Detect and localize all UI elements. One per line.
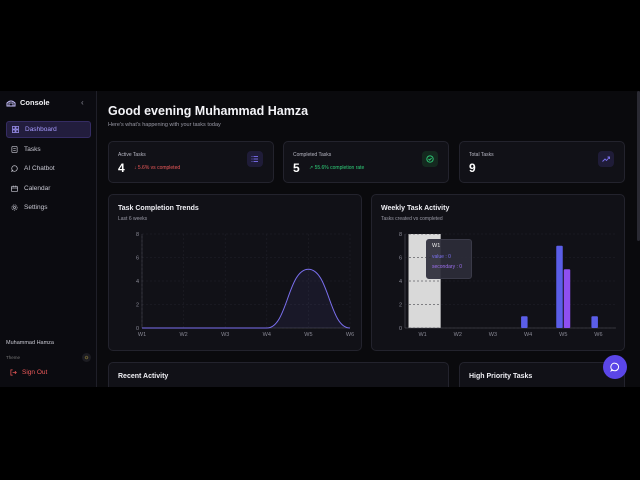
sidebar-item-label: Dashboard: [25, 126, 57, 133]
x-tick-label: W3: [489, 332, 497, 338]
tooltip-secondary: secondary : 0: [432, 264, 463, 270]
bar-value: [521, 316, 528, 328]
page-title: Good evening Muhammad Hamza: [108, 104, 309, 118]
user-name: Muhammad Hamza: [6, 340, 54, 346]
sidebar: Console ‹ Dashboard Tasks AI Chatbot Cal…: [0, 91, 97, 387]
sidebar-item-dashboard[interactable]: Dashboard: [6, 121, 91, 138]
stat-label: Completed Tasks: [293, 152, 332, 158]
stat-card-total: Total Tasks 9: [459, 141, 625, 183]
card-title: Recent Activity: [118, 373, 169, 380]
list-icon: [247, 151, 263, 167]
bar-value: [591, 316, 598, 328]
trend-area-fill: [142, 269, 350, 328]
completion-trends-card: Task Completion Trends Last 6 weeks 0246…: [108, 194, 362, 351]
collapse-sidebar-icon[interactable]: ‹: [81, 98, 84, 107]
sidebar-item-calendar[interactable]: Calendar: [6, 180, 91, 197]
recent-activity-card: Recent Activity: [108, 362, 449, 387]
bar-secondary: [563, 269, 571, 328]
brand-title: Console: [20, 98, 50, 107]
sidebar-item-tasks[interactable]: Tasks: [6, 141, 91, 158]
x-tick-label: W4: [263, 332, 271, 338]
y-tick-label: 6: [399, 256, 402, 262]
sidebar-item-label: Calendar: [24, 184, 51, 192]
chatbot-button[interactable]: [603, 355, 627, 379]
x-tick-label: W2: [454, 332, 462, 338]
sign-out-button[interactable]: Sign Out: [10, 369, 47, 376]
x-tick-label: W5: [304, 332, 312, 338]
bar-value: [556, 245, 563, 328]
page-subtitle: Here's what's happening with your tasks …: [108, 122, 221, 128]
app-window: Console ‹ Dashboard Tasks AI Chatbot Cal…: [0, 91, 640, 387]
sidebar-item-label: Settings: [24, 204, 48, 211]
sidebar-item-label: Tasks: [24, 145, 41, 153]
y-tick-label: 2: [136, 303, 139, 309]
theme-label: Theme: [6, 355, 21, 360]
y-tick-label: 4: [136, 279, 139, 285]
sign-out-label: Sign Out: [22, 369, 48, 376]
high-priority-card: High Priority Tasks: [459, 362, 625, 387]
check-circle-icon: [422, 151, 438, 167]
x-tick-label: W4: [524, 332, 532, 338]
weekly-activity-chart: 0 2 4 6 8 W1 W2 W3 W4 W5 W6: [399, 232, 616, 338]
x-tick-label: W3: [221, 332, 229, 338]
stat-value: 9: [469, 161, 476, 175]
gear-icon: [11, 204, 18, 211]
sidebar-item-ai-chatbot[interactable]: AI Chatbot: [6, 160, 91, 177]
stat-label: Active Tasks: [118, 152, 146, 158]
stat-card-completed: Completed Tasks 5 ↗ 55.6% completion rat…: [283, 141, 449, 183]
card-title: High Priority Tasks: [469, 373, 533, 380]
chat-bubble-icon: [610, 362, 620, 372]
stat-trend: ↓ 5.6% vs completed: [134, 165, 181, 171]
completion-trend-chart: 02468W1 W2 W3 W4 W5 W6: [136, 232, 354, 338]
stat-card-active: Active Tasks 4 ↓ 5.6% vs completed: [108, 141, 274, 183]
chat-icon: [11, 165, 18, 172]
sun-icon[interactable]: ☼: [82, 353, 91, 362]
sidebar-item-label: AI Chatbot: [24, 165, 55, 172]
tooltip-value: value : 0: [432, 254, 451, 260]
x-tick-label: W1: [138, 332, 146, 338]
stat-trend: ↗ 55.6% completion rate: [309, 165, 365, 171]
console-logo-icon: [6, 100, 16, 106]
stat-value: 5: [293, 161, 300, 175]
x-tick-label: W1: [418, 332, 426, 338]
sign-out-icon: [10, 369, 17, 376]
x-tick-label: W6: [346, 332, 354, 338]
y-tick-label: 8: [136, 232, 139, 238]
stat-value: 4: [118, 161, 125, 175]
y-tick-label: 2: [399, 303, 402, 309]
calendar-icon: [11, 184, 18, 192]
trend-up-icon: [598, 151, 614, 167]
brand[interactable]: Console: [6, 98, 50, 107]
chart-tooltip: W1 value : 0 secondary : 0: [426, 239, 472, 279]
x-tick-label: W5: [559, 332, 567, 338]
dashboard-icon: [12, 126, 19, 133]
sidebar-nav: Dashboard Tasks AI Chatbot Calendar Sett…: [6, 121, 91, 219]
y-tick-label: 8: [399, 232, 402, 238]
tasks-icon: [11, 145, 18, 153]
weekly-activity-card: Weekly Task Activity Tasks created vs co…: [371, 194, 625, 351]
tooltip-label: W1: [432, 243, 441, 249]
x-tick-label: W2: [179, 332, 187, 338]
y-tick-label: 0: [399, 326, 402, 332]
stat-label: Total Tasks: [469, 152, 494, 158]
theme-row: Theme ☼: [6, 353, 91, 362]
y-tick-label: 6: [136, 256, 139, 262]
y-tick-label: 4: [399, 279, 402, 285]
x-tick-label: W6: [594, 332, 602, 338]
sidebar-item-settings[interactable]: Settings: [6, 199, 91, 216]
